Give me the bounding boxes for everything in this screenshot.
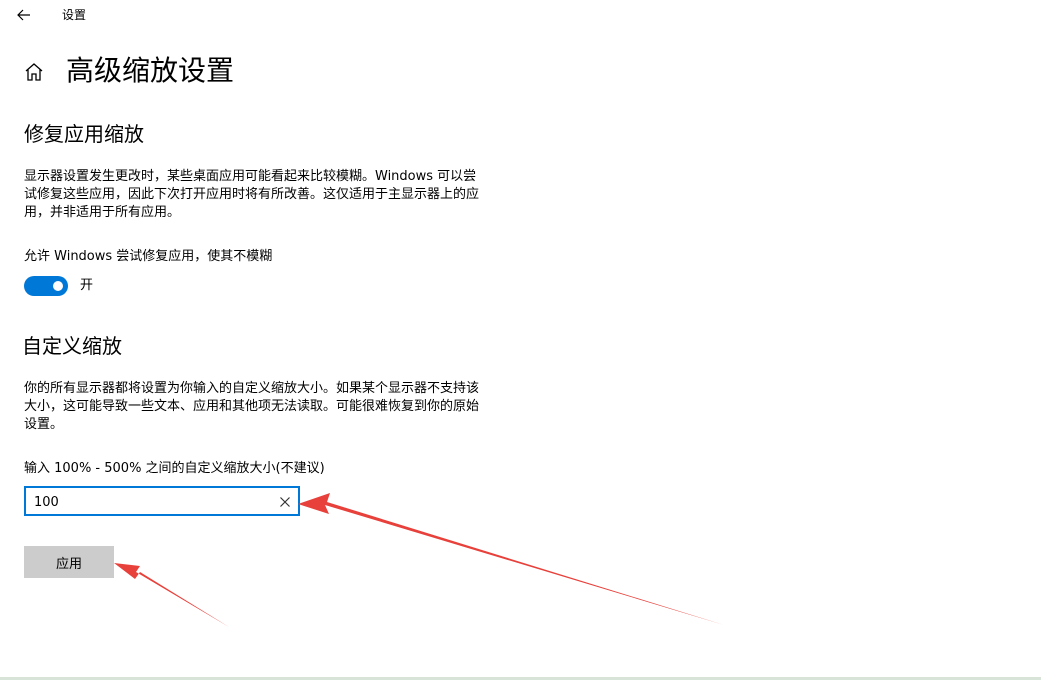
clear-input-button[interactable] — [278, 494, 292, 508]
apply-button[interactable]: 应用 — [24, 546, 114, 578]
custom-scaling-input-label: 输入 100% - 500% 之间的自定义缩放大小(不建议) — [24, 461, 325, 476]
title-bar: 设置 — [0, 0, 1041, 32]
annotation-arrow-to-apply — [114, 563, 229, 627]
toggle-state-text: 开 — [80, 278, 94, 293]
back-arrow-icon — [17, 9, 30, 21]
section-heading-custom-scaling: 自定义缩放 — [22, 334, 122, 358]
fix-blurry-apps-toggle[interactable] — [24, 276, 68, 296]
toggle-label: 允许 Windows 尝试修复应用，使其不模糊 — [24, 249, 273, 264]
close-icon — [280, 497, 290, 507]
fix-scaling-description: 显示器设置发生更改时，某些桌面应用可能看起来比较模糊。Windows 可以尝试修… — [24, 169, 480, 220]
page-title: 高级缩放设置 — [66, 54, 235, 87]
back-button[interactable] — [10, 2, 38, 28]
section-heading-fix-scaling: 修复应用缩放 — [24, 122, 144, 146]
annotation-arrows — [114, 493, 724, 627]
annotation-arrow-to-input — [298, 493, 724, 625]
toggle-knob — [53, 281, 63, 291]
custom-scaling-field[interactable] — [24, 486, 300, 516]
custom-scaling-description: 你的所有显示器都将设置为你输入的自定义缩放大小。如果某个显示器不支持该大小，这可… — [24, 381, 480, 432]
app-title: 设置 — [62, 8, 87, 22]
custom-scaling-input[interactable] — [34, 492, 274, 512]
home-icon[interactable] — [22, 60, 46, 84]
